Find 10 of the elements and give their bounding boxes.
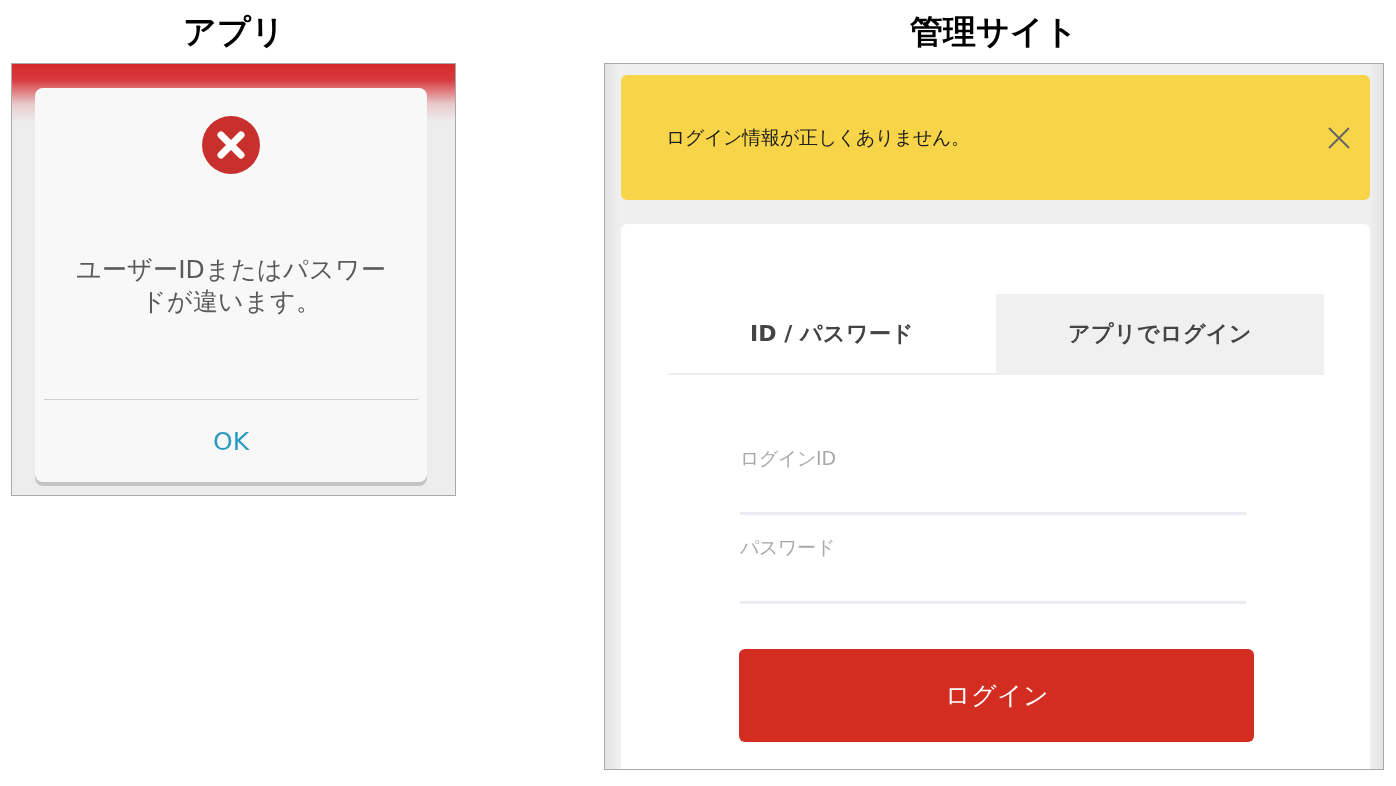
section-title: アプリ — [182, 14, 285, 51]
login-button[interactable]: ログイン — [739, 649, 1254, 742]
tab[interactable]: アプリでログイン — [996, 294, 1324, 373]
banner-message: ログイン情報が正しくありません。 — [666, 124, 971, 150]
input-field[interactable]: ログインID — [740, 446, 1246, 515]
section-title: 管理サイト — [910, 14, 1078, 51]
close-icon[interactable] — [1328, 126, 1350, 149]
error-message: ユーザーIDまたはパスワードが違います。 — [75, 254, 387, 318]
input-field[interactable]: パスワード — [740, 535, 1246, 604]
error-icon — [202, 116, 260, 174]
